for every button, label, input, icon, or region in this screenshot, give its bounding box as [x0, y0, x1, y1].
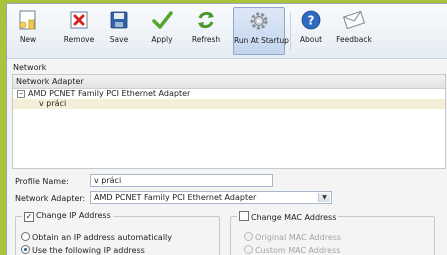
- change-ip-label: Change IP Address: [36, 211, 111, 220]
- feedback-label: Feedback: [336, 35, 372, 44]
- floppy-disk-icon: [110, 11, 128, 29]
- change-mac-group: Change MAC Address Original MAC Address …: [230, 211, 435, 255]
- refresh-label: Refresh: [191, 35, 221, 44]
- change-mac-label: Change MAC Address: [251, 213, 337, 222]
- gear-icon: [250, 12, 268, 30]
- checkmark-icon: [152, 11, 173, 29]
- new-label: New: [19, 35, 37, 44]
- about-label: About: [299, 35, 323, 44]
- profile-name-value: v práci: [94, 176, 122, 185]
- change-ip-title[interactable]: ✓ Change IP Address: [22, 211, 113, 222]
- app-window: New Remove Save Apply Refresh Run At Sta…: [6, 3, 447, 255]
- svg-text:?: ?: [308, 14, 315, 28]
- change-mac-checkbox[interactable]: [239, 211, 249, 221]
- use-following-ip-label: Use the following IP address: [32, 246, 145, 255]
- network-section-label: Network: [13, 63, 47, 72]
- toolbar: New Remove Save Apply Refresh Run At Sta…: [7, 4, 447, 59]
- use-following-ip-option[interactable]: Use the following IP address: [21, 245, 145, 255]
- change-mac-title[interactable]: Change MAC Address: [237, 211, 339, 222]
- run-at-startup-label: Run At Startup: [234, 36, 289, 45]
- about-button[interactable]: ? About: [295, 7, 327, 55]
- apply-label: Apply: [151, 35, 173, 44]
- chevron-down-icon[interactable]: ▼: [318, 193, 330, 202]
- use-following-ip-radio[interactable]: [21, 245, 30, 254]
- network-adapter-select[interactable]: AMD PCNET Family PCI Ethernet Adapter ▼: [90, 191, 332, 204]
- network-adapter-label: Network Adapter:: [15, 194, 86, 203]
- refresh-arrows-icon: [198, 11, 214, 29]
- save-label: Save: [109, 35, 129, 44]
- original-mac-option[interactable]: Original MAC Address: [244, 232, 341, 242]
- apply-button[interactable]: Apply: [145, 7, 179, 55]
- custom-mac-label: Custom MAC Address: [255, 246, 341, 255]
- question-icon: ?: [301, 10, 321, 30]
- feedback-button[interactable]: Feedback: [333, 7, 375, 55]
- change-ip-checkbox[interactable]: ✓: [24, 212, 34, 222]
- obtain-ip-auto-option[interactable]: Obtain an IP address automatically: [21, 232, 172, 242]
- new-button[interactable]: New: [9, 7, 47, 55]
- adapter-tree-node[interactable]: − AMD PCNET Family PCI Ethernet Adapter: [13, 89, 445, 99]
- toolbar-separator: [290, 12, 291, 50]
- list-column-header: Network Adapter: [13, 75, 445, 89]
- run-at-startup-button[interactable]: Run At Startup: [233, 7, 289, 55]
- custom-mac-option[interactable]: Custom MAC Address: [244, 245, 340, 255]
- profile-name-field[interactable]: v práci: [90, 174, 273, 187]
- new-document-icon: [19, 10, 36, 30]
- original-mac-radio[interactable]: [244, 232, 253, 241]
- network-adapter-list[interactable]: Network Adapter − AMD PCNET Family PCI Et…: [12, 74, 446, 169]
- save-button[interactable]: Save: [103, 7, 135, 55]
- profile-tree-item[interactable]: v práci: [13, 99, 445, 109]
- collapse-toggle-icon[interactable]: −: [17, 90, 25, 98]
- profile-name-label: Profile Name:: [15, 177, 69, 186]
- obtain-ip-auto-radio[interactable]: [21, 232, 30, 241]
- original-mac-label: Original MAC Address: [255, 233, 342, 242]
- profile-item-label: v práci: [39, 99, 67, 108]
- envelope-icon: [342, 10, 366, 30]
- remove-x-icon: [70, 11, 88, 29]
- remove-button[interactable]: Remove: [59, 7, 99, 55]
- refresh-button[interactable]: Refresh: [187, 7, 225, 55]
- obtain-ip-auto-label: Obtain an IP address automatically: [32, 233, 173, 242]
- network-adapter-selected: AMD PCNET Family PCI Ethernet Adapter: [94, 193, 257, 202]
- custom-mac-radio[interactable]: [244, 245, 253, 254]
- adapter-name: AMD PCNET Family PCI Ethernet Adapter: [28, 89, 191, 98]
- remove-label: Remove: [63, 35, 95, 44]
- change-ip-group: ✓ Change IP Address Obtain an IP address …: [15, 211, 220, 255]
